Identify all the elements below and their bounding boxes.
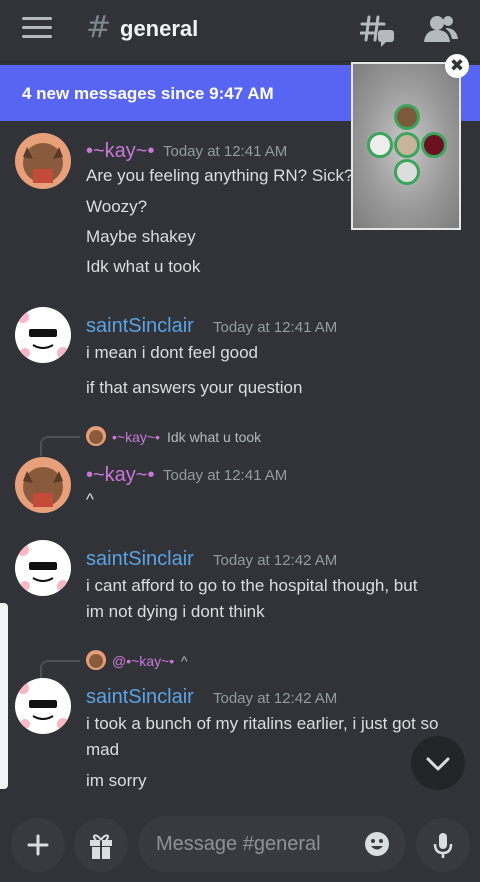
close-icon[interactable]: ✖	[445, 54, 469, 78]
message-text: im not dying i dont think	[86, 602, 265, 621]
message-username[interactable]: saintSinclair	[86, 548, 194, 571]
plus-icon	[27, 834, 49, 856]
message-text: i mean i dont feel good	[86, 343, 259, 362]
add-attachment-button[interactable]	[11, 818, 65, 872]
channel-header: # general	[0, 0, 480, 62]
message-input-placeholder: Message #general	[156, 833, 321, 855]
reply-preview-text[interactable]: ^	[181, 653, 188, 669]
gift-button[interactable]	[74, 818, 128, 872]
pip-participant-avatar	[367, 132, 393, 158]
avatar[interactable]	[15, 133, 71, 189]
pip-participant-avatar	[394, 159, 420, 185]
message-text: mad	[86, 740, 120, 759]
voice-pip-window[interactable]	[351, 62, 461, 230]
message-text: im sorry	[86, 771, 147, 790]
pip-participant-avatar	[394, 132, 420, 158]
scroll-to-bottom-button[interactable]	[411, 736, 465, 790]
new-messages-text: 4 new messages since 9:47 AM	[22, 84, 274, 103]
message-timestamp: Today at 12:41 AM	[163, 467, 288, 484]
message-timestamp: Today at 12:41 AM	[163, 143, 288, 160]
gift-icon	[90, 834, 112, 859]
reply-avatar	[86, 650, 106, 670]
avatar[interactable]	[15, 307, 71, 363]
message-username[interactable]: •~kay~•	[86, 140, 155, 163]
message-text: i took a bunch of my ritalins earlier, i…	[86, 714, 439, 733]
reply-avatar	[86, 426, 106, 446]
avatar[interactable]	[15, 678, 71, 734]
hamburger-menu-icon[interactable]	[22, 17, 52, 41]
avatar[interactable]	[15, 457, 71, 513]
message-text: ^	[86, 490, 94, 509]
message-timestamp: Today at 12:42 AM	[213, 690, 338, 707]
side-drawer-handle[interactable]	[0, 603, 8, 789]
reply-preview-text[interactable]: Idk what u took	[167, 429, 261, 445]
message-text: Maybe shakey	[86, 227, 196, 246]
message-username[interactable]: saintSinclair	[86, 686, 194, 709]
message-input[interactable]: Message #general	[138, 816, 406, 872]
threads-icon[interactable]	[360, 14, 396, 48]
message-username[interactable]: •~kay~•	[86, 464, 155, 487]
reply-connector	[40, 436, 80, 456]
chevron-down-icon	[426, 757, 450, 771]
message-text: Woozy?	[86, 197, 148, 216]
reply-username[interactable]: @•~kay~•	[112, 653, 174, 669]
message-text: Are you feeling anything RN? Sick?	[86, 166, 354, 185]
reply-username[interactable]: •~kay~•	[112, 429, 160, 445]
members-icon[interactable]	[424, 14, 458, 44]
channel-title[interactable]: general	[120, 16, 198, 42]
message-timestamp: Today at 12:41 AM	[213, 319, 338, 336]
microphone-icon	[433, 833, 453, 858]
emoji-icon[interactable]	[364, 831, 390, 857]
reply-connector	[40, 660, 80, 680]
message-text: if that answers your question	[86, 378, 303, 397]
avatar[interactable]	[15, 540, 71, 596]
pip-participant-avatar	[394, 104, 420, 130]
message-username[interactable]: saintSinclair	[86, 315, 194, 338]
pip-participant-avatar	[421, 132, 447, 158]
voice-message-button[interactable]	[416, 818, 470, 872]
message-text: Idk what u took	[86, 257, 201, 276]
message-timestamp: Today at 12:42 AM	[213, 552, 338, 569]
message-text: i cant afford to go to the hospital thou…	[86, 576, 418, 595]
channel-hash-icon: #	[86, 10, 112, 45]
